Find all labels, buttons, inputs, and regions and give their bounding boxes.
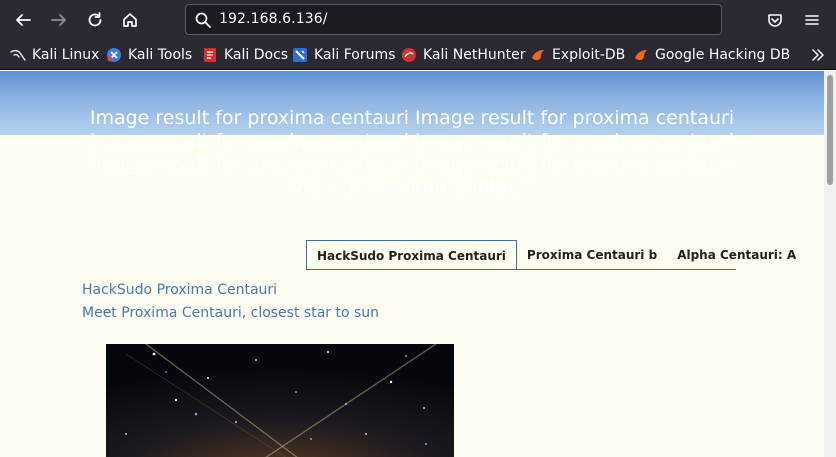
tab-alpha-centauri-a[interactable]: Alpha Centauri: A	[667, 240, 806, 270]
chevron-double-right-icon[interactable]	[810, 47, 826, 63]
bookmark-label: Exploit-DB	[552, 47, 626, 63]
url-bar[interactable]: 192.168.6.136/	[185, 4, 722, 35]
bookmark-kali-tools[interactable]: Kali Tools	[106, 46, 192, 64]
bookmark-kali-forums[interactable]: Kali Forums	[292, 46, 395, 64]
bookmark-exploit-db[interactable]: Exploit-DB	[530, 46, 625, 64]
tab-divider	[306, 269, 736, 270]
exploit-db-icon	[532, 50, 544, 61]
vertical-scrollbar[interactable]	[824, 71, 836, 457]
reload-icon	[88, 12, 102, 27]
kali-dragon-icon	[10, 49, 26, 61]
nethunter-icon	[402, 48, 416, 62]
link-meet-proxima-centauri[interactable]: Meet Proxima Centauri, closest star to s…	[82, 305, 379, 321]
bookmark-label: Kali NetHunter	[423, 47, 526, 63]
scrollbar-thumb[interactable]	[827, 75, 833, 185]
url-text[interactable]: 192.168.6.136/	[219, 11, 328, 27]
menu-button[interactable]	[798, 6, 826, 34]
tab-strip: HackSudo Proxima Centauri Proxima Centau…	[306, 240, 806, 270]
menu-icon	[805, 15, 819, 25]
header-image-alt-text: Image result for proxima centauri Image …	[89, 107, 735, 198]
forward-button[interactable]	[45, 6, 73, 34]
browser-toolbar: 192.168.6.136/	[0, 0, 836, 40]
pocket-icon	[768, 14, 782, 27]
bookmark-label: Kali Tools	[128, 47, 193, 63]
ghdb-icon	[635, 50, 647, 61]
home-icon	[123, 13, 137, 27]
kali-docs-icon	[204, 48, 216, 62]
back-button[interactable]	[9, 6, 37, 34]
forward-arrow-icon	[51, 14, 66, 26]
bookmark-label: Kali Linux	[32, 47, 100, 63]
kali-tools-icon	[107, 48, 121, 62]
back-arrow-icon	[16, 14, 31, 26]
page-viewport: Image result for proxima centauri Image …	[0, 71, 836, 457]
link-hacksudo-proxima-centauri[interactable]: HackSudo Proxima Centauri	[82, 282, 277, 298]
tab-hacksudo-proxima-centauri[interactable]: HackSudo Proxima Centauri	[306, 240, 517, 270]
pocket-button[interactable]	[761, 6, 789, 34]
bookmark-kali-linux[interactable]: Kali Linux	[10, 46, 99, 64]
home-button[interactable]	[116, 6, 144, 34]
kali-forums-icon	[293, 48, 307, 62]
bookmark-label: Kali Docs	[224, 47, 289, 63]
bookmarks-bar: Kali Linux Kali Tools Kali Docs Kali For…	[0, 40, 836, 70]
search-icon	[195, 12, 211, 28]
reload-button[interactable]	[81, 6, 109, 34]
bookmark-label: Google Hacking DB	[655, 47, 791, 63]
bookmark-label: Kali Forums	[314, 47, 396, 63]
bookmark-kali-docs[interactable]: Kali Docs	[202, 46, 288, 64]
proxima-centauri-image	[106, 344, 454, 457]
tab-proxima-centauri-b[interactable]: Proxima Centauri b	[517, 240, 667, 270]
bookmark-kali-nethunter[interactable]: Kali NetHunter	[401, 46, 525, 64]
bookmark-google-hacking-db[interactable]: Google Hacking DB	[633, 46, 790, 64]
